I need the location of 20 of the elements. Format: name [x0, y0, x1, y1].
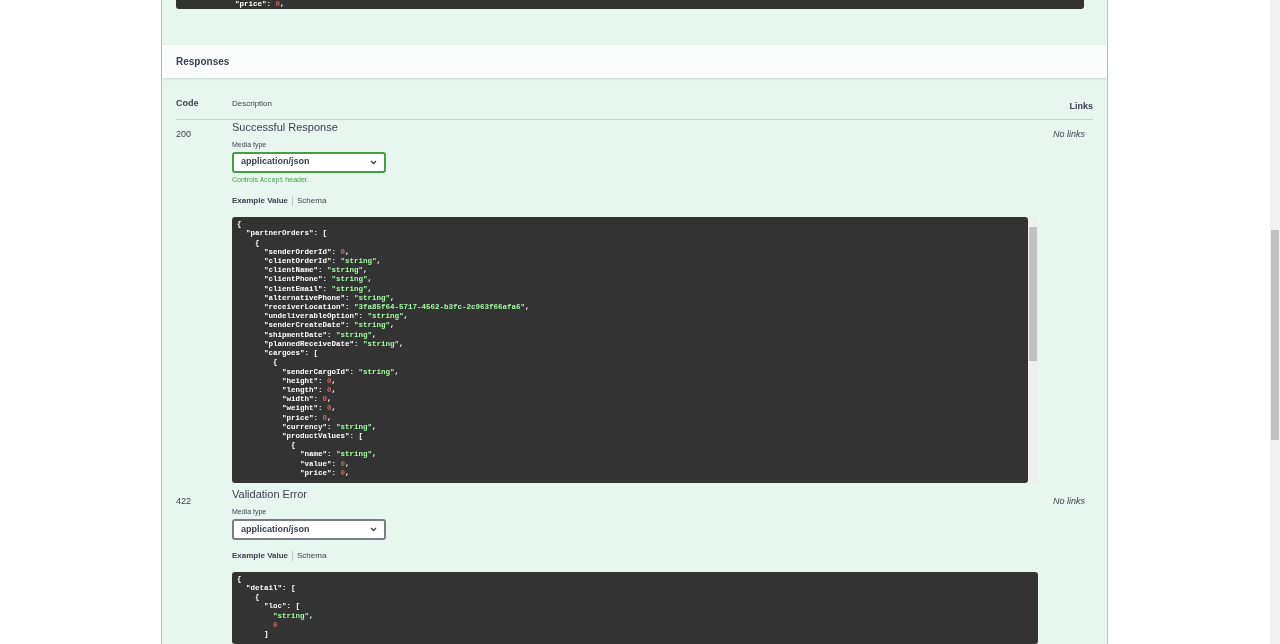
tab[interactable]: Schema	[297, 195, 327, 208]
links-note: No links	[1053, 129, 1085, 139]
column-header: Code	[176, 98, 199, 108]
response-code: 200	[176, 129, 192, 139]
column-header: Description	[232, 99, 272, 108]
chevron-down-icon	[370, 159, 377, 165]
code-scrollbar[interactable]	[1028, 217, 1038, 484]
section-title: Responses	[176, 55, 230, 69]
page-scrollbar[interactable]	[1270, 0, 1280, 644]
response-code: 422	[176, 496, 192, 507]
tab[interactable]: Example Value	[232, 549, 289, 562]
response-description: Validation Error	[232, 487, 307, 502]
links-note: No links	[1053, 496, 1085, 507]
media-type-select[interactable]: application/json	[232, 518, 386, 540]
tab[interactable]: Example Value	[232, 195, 289, 208]
tab[interactable]: Schema	[297, 549, 327, 562]
media-type-select[interactable]: application/json	[232, 151, 386, 173]
response-description: Successful Response	[232, 120, 338, 134]
column-header: Links	[1069, 100, 1093, 111]
chevron-down-icon	[370, 526, 377, 532]
